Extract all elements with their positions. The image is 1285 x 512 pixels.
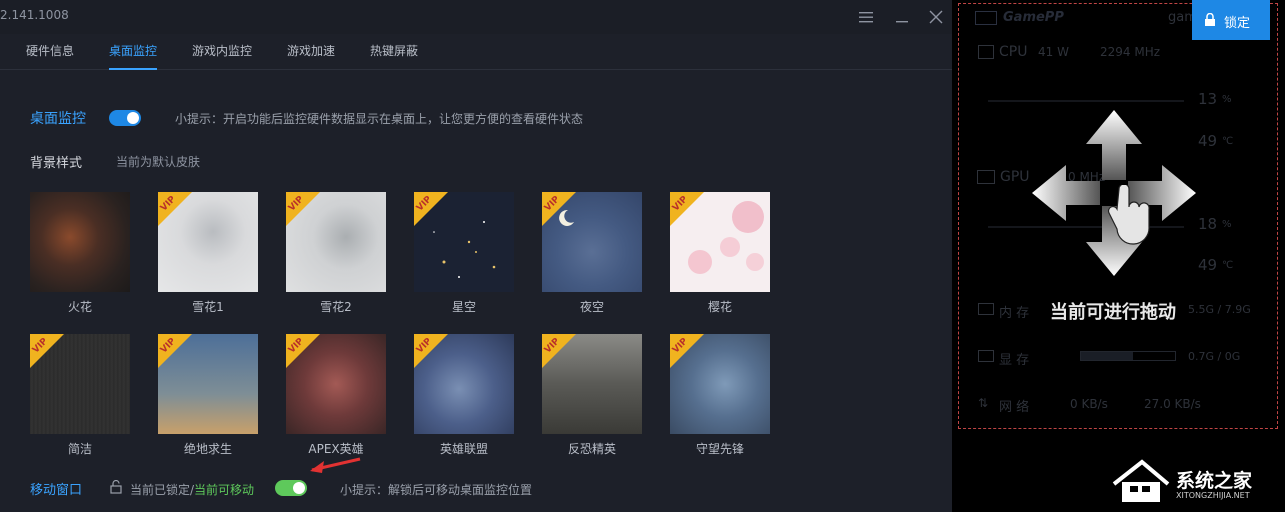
network-label: 网 络 (999, 400, 1030, 415)
cpu-icon (978, 45, 994, 59)
monitor-hint: 小提示：开启功能后监控硬件数据显示在桌面上，让您更方便的查看硬件状态 (175, 112, 584, 126)
cpu-temp-unit: ℃ (1222, 136, 1234, 147)
lock-status: 当前已锁定/当前可移动 (130, 481, 254, 498)
gpu-usage: 18 (1198, 215, 1218, 233)
skin-label: APEX英雄 (308, 442, 364, 456)
move-window-label: 移动窗口 (30, 483, 83, 498)
skin-label: 星空 (451, 300, 476, 314)
vram-bar-fill (1081, 352, 1133, 360)
memory-value: 5.5G / 7.9G (1188, 303, 1251, 316)
toggle-knob (293, 482, 305, 494)
memory-icon (978, 303, 994, 315)
status-locked-text: 当前已锁定/ (130, 483, 195, 497)
title-bar: 2.141.1008 (0, 0, 952, 34)
vram-icon (978, 350, 994, 362)
status-movable-text: 当前可移动 (194, 483, 255, 497)
gpu-usage-unit: % (1222, 219, 1232, 230)
skin-pubg[interactable]: VIP (158, 334, 258, 434)
skin-night[interactable]: VIP (542, 192, 642, 292)
background-style-title: 背景样式 (30, 156, 83, 171)
tab-desktop-monitor[interactable]: 桌面监控 (109, 42, 157, 59)
cpu-power: 41 W (1038, 45, 1069, 59)
gamepp-logo-icon (975, 11, 997, 25)
lock-button-label: 锁定 (1224, 16, 1251, 31)
cpu-freq: 2294 MHz (1100, 45, 1161, 59)
gpu-icon (977, 170, 995, 184)
move-window-toggle[interactable] (275, 480, 307, 496)
app-root: 2.141.1008 硬件信息 桌面监控 游戏内监控 游戏加速 热键屏蔽 桌面监… (0, 0, 1285, 512)
skin-simple[interactable]: VIP (30, 334, 130, 434)
gpu-temp: 49 (1198, 256, 1218, 274)
lock-icon (1205, 13, 1215, 26)
skin-overwatch[interactable]: VIP (670, 334, 770, 434)
tab-game-boost[interactable]: 游戏加速 (287, 42, 335, 59)
skin-label: 反恐精英 (567, 442, 616, 456)
network-upload: 27.0 KB/s (1144, 397, 1201, 411)
minimize-button[interactable] (892, 7, 912, 27)
network-download: 0 KB/s (1070, 397, 1108, 411)
vram-value: 0.7G / 0G (1188, 350, 1241, 363)
move-window-hint: 小提示：解锁后可移动桌面监控位置 (340, 483, 533, 497)
skin-snow2[interactable]: VIP (286, 192, 386, 292)
watermark-house-icon (1112, 459, 1170, 502)
skin-label: 雪花2 (320, 300, 352, 314)
menu-button[interactable] (856, 7, 876, 27)
tab-hardware-info[interactable]: 硬件信息 (26, 42, 74, 59)
drag-hint-text: 当前可进行拖动 (1050, 302, 1176, 323)
unlock-icon (110, 480, 122, 494)
skin-starry[interactable]: VIP (414, 192, 514, 292)
close-icon (929, 10, 943, 24)
version-text: 2.141.1008 (0, 8, 69, 22)
watermark: 系统之家 XITONGZHIJIA.NET (1110, 458, 1280, 508)
gpu-temp-unit: ℃ (1222, 260, 1234, 271)
current-skin-text: 当前为默认皮肤 (116, 155, 201, 169)
skin-label: 夜空 (579, 300, 604, 314)
close-button[interactable] (926, 7, 946, 27)
cpu-usage-line (988, 100, 1184, 102)
hamburger-icon (859, 12, 873, 23)
watermark-name: 系统之家 (1176, 470, 1253, 492)
red-arrow-icon (310, 457, 361, 473)
active-tab-indicator (109, 68, 157, 70)
skin-sakura[interactable]: VIP (670, 192, 770, 292)
skin-label: 樱花 (707, 300, 732, 314)
skin-label: 守望先锋 (695, 442, 744, 456)
skin-label: 雪花1 (192, 300, 224, 314)
cpu-temp: 49 (1198, 132, 1218, 150)
skin-lol[interactable]: VIP (414, 334, 514, 434)
skin-apex[interactable]: VIP (286, 334, 386, 434)
network-icon: ⇅ (978, 396, 989, 410)
hand-cursor-icon (1107, 185, 1150, 245)
brand-name: GamePP (1003, 10, 1064, 25)
cpu-usage: 13 (1198, 90, 1218, 108)
vram-bar (1080, 351, 1176, 361)
tab-bar: 硬件信息 桌面监控 游戏内监控 游戏加速 热键屏蔽 (0, 34, 952, 70)
skin-label: 绝地求生 (183, 442, 232, 456)
cpu-label: CPU (999, 44, 1028, 60)
main-window: 2.141.1008 硬件信息 桌面监控 游戏内监控 游戏加速 热键屏蔽 桌面监… (0, 0, 952, 512)
gpu-label: GPU (1000, 169, 1030, 185)
toggle-knob (127, 112, 139, 124)
skin-spark[interactable] (30, 192, 130, 292)
desktop-monitor-label: 桌面监控 (30, 111, 86, 127)
tab-hotkey-block[interactable]: 热键屏蔽 (370, 42, 418, 59)
desktop-monitor-toggle[interactable] (109, 110, 141, 126)
skin-cs[interactable]: VIP (542, 334, 642, 434)
memory-label: 内 存 (999, 306, 1030, 321)
vram-label: 显 存 (999, 353, 1030, 368)
minimize-icon (896, 21, 908, 23)
skin-label: 英雄联盟 (439, 442, 488, 456)
watermark-url: XITONGZHIJIA.NET (1176, 491, 1250, 500)
skin-label: 简洁 (67, 442, 92, 456)
cpu-usage-unit: % (1222, 94, 1232, 105)
skin-label: 火花 (67, 300, 92, 314)
tab-ingame-monitor[interactable]: 游戏内监控 (192, 42, 252, 59)
skin-snow1[interactable]: VIP (158, 192, 258, 292)
lock-button[interactable]: 锁定 (1192, 0, 1270, 40)
